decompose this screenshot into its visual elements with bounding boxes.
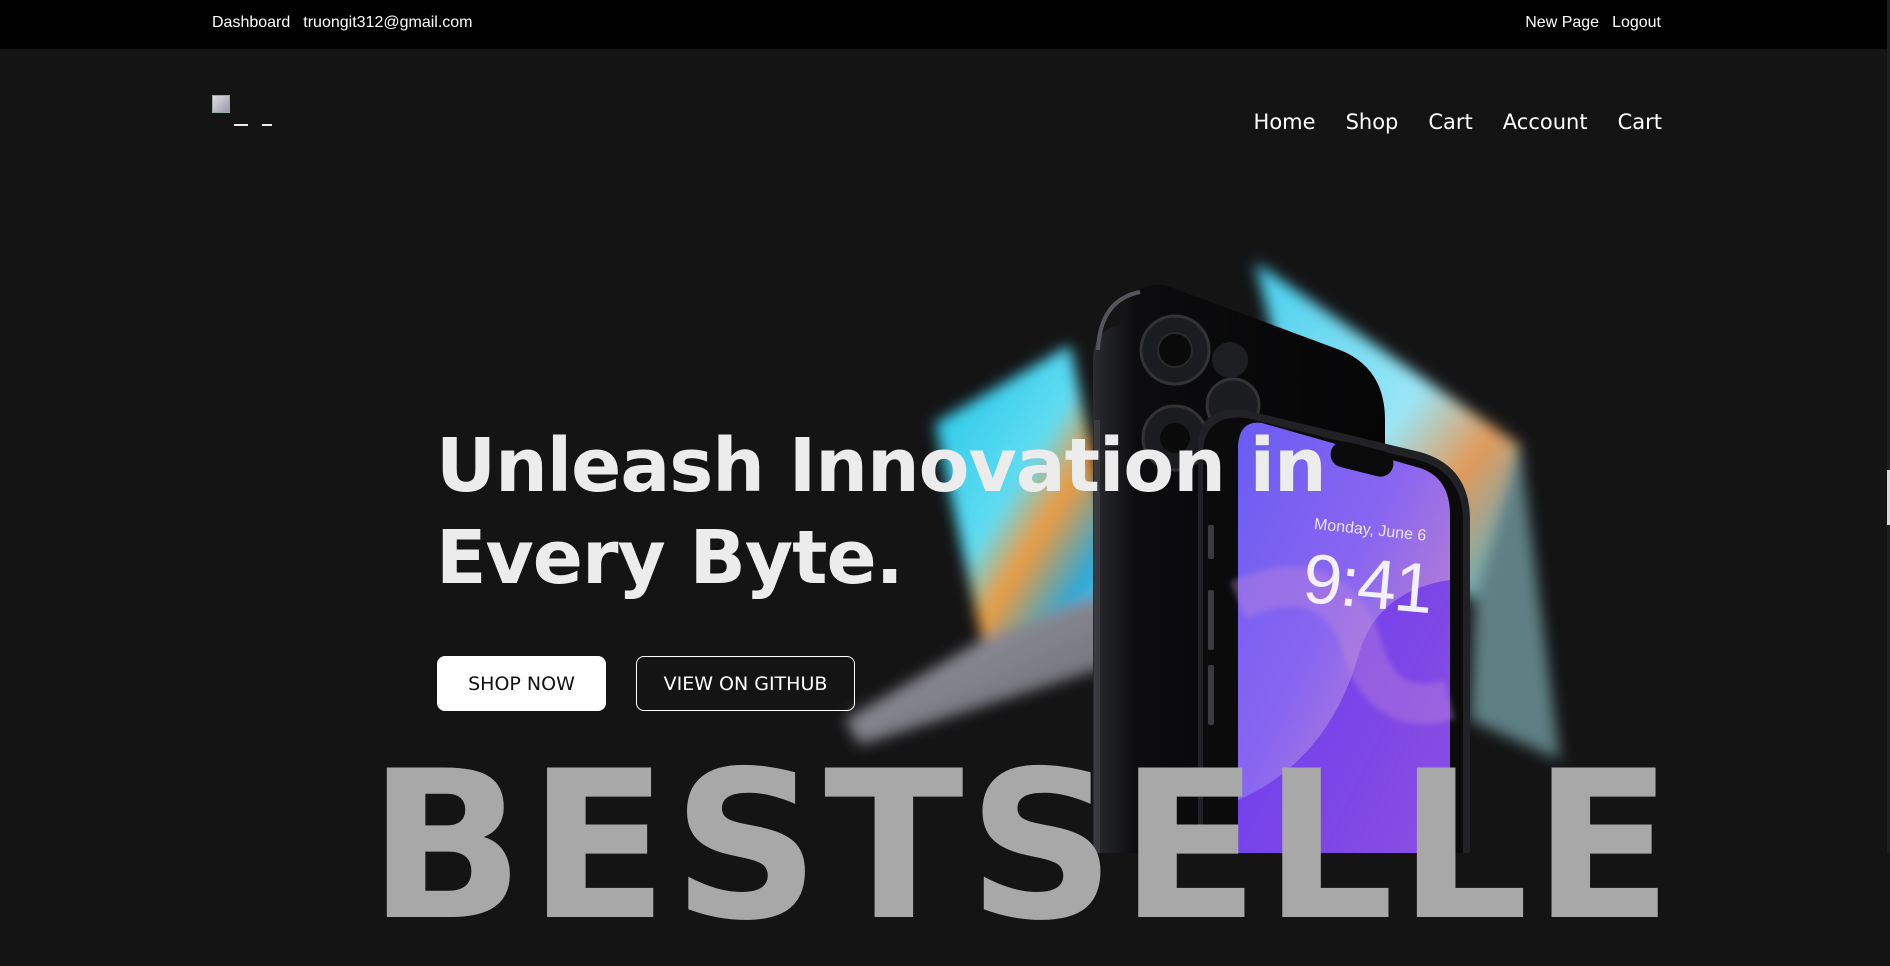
nav-shop[interactable]: Shop — [1346, 110, 1399, 134]
shop-now-button[interactable]: SHOP NOW — [437, 656, 606, 711]
hero-headline-line2: Every Byte. — [436, 515, 904, 601]
view-on-github-button[interactable]: VIEW ON GITHUB — [636, 656, 855, 711]
logo-fragment — [262, 124, 272, 126]
nav-account[interactable]: Account — [1503, 110, 1588, 134]
hero-headline-line1: Unleash Innovation in — [436, 423, 1327, 509]
hero-headline: Unleash Innovation in Every Byte. — [436, 420, 1327, 604]
main-navigation: Home Shop Cart Account Cart — [1254, 110, 1662, 134]
nav-cart-2[interactable]: Cart — [1618, 110, 1662, 134]
broken-image-icon — [212, 95, 230, 113]
site-logo[interactable] — [212, 95, 282, 131]
logo-fragment — [234, 124, 248, 126]
hero-background-word: BESTSELLE — [368, 728, 1677, 966]
nav-home[interactable]: Home — [1254, 110, 1316, 134]
nav-cart[interactable]: Cart — [1428, 110, 1472, 134]
